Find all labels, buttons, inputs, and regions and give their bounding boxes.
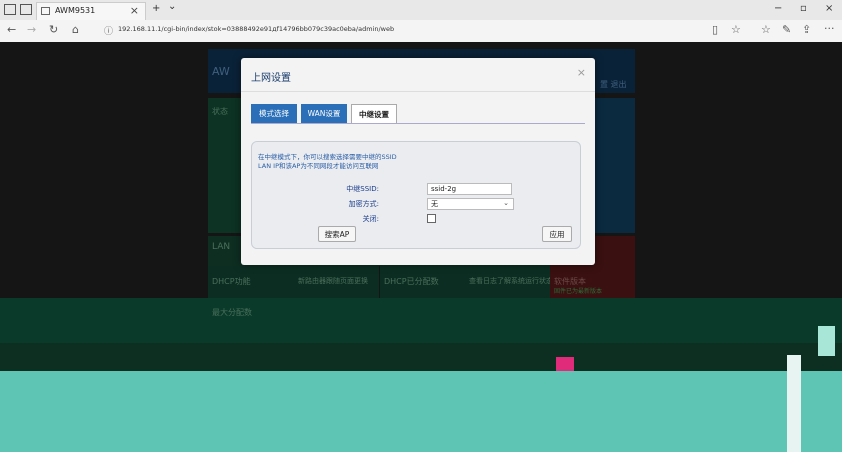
refresh-button[interactable]: ↻ xyxy=(49,23,58,36)
address-bar-row: ← → ↻ ⌂ ⓘ 192.168.11.1/cgi-bin/index/sto… xyxy=(0,20,842,43)
dialog-title: 上网设置 xyxy=(251,73,291,84)
dialog-divider xyxy=(241,91,595,92)
web-note-icon[interactable]: ✎ xyxy=(782,23,791,36)
network-settings-dialog: 上网设置 × 模式选择 WAN设置 中继设置 在中继模式下，你可以搜索选择需要中… xyxy=(241,58,595,265)
repeater-settings-panel: 在中继模式下，你可以搜索选择需要中继的SSID LAN IP和该AP为不同网段才… xyxy=(251,141,581,249)
tab-repeater-settings[interactable]: 中继设置 xyxy=(351,104,397,123)
ssid-input[interactable]: ssid-2g xyxy=(427,183,512,195)
right-panel xyxy=(595,98,635,233)
info-line-2: LAN IP和该AP为不同网段才能访问互联网 xyxy=(258,162,379,170)
close-option-label: 关闭: xyxy=(362,215,379,223)
share-icon[interactable]: ⇪ xyxy=(802,23,811,36)
favorite-star-icon[interactable]: ☆ xyxy=(731,23,741,36)
favorites-hub-icon[interactable]: ☆ xyxy=(761,23,771,36)
forward-button[interactable]: → xyxy=(27,23,36,36)
tab-actions-icon[interactable] xyxy=(4,4,16,15)
search-ap-button[interactable]: 搜索AP xyxy=(318,226,356,242)
glitch-teal-area xyxy=(0,371,842,452)
tabs-aside-icon[interactable] xyxy=(20,4,32,15)
ssid-label: 中继SSID: xyxy=(346,185,379,193)
reading-view-icon[interactable]: ▯ xyxy=(712,23,718,36)
max-allocation-label: 最大分配数 xyxy=(212,308,252,317)
log-label: 查看日志了解系统运行状态 xyxy=(469,277,553,285)
router-cell-label: 新路由器跟随页面更换 xyxy=(298,277,368,285)
glitch-light-block xyxy=(818,326,835,356)
more-menu-icon[interactable]: ··· xyxy=(824,22,835,35)
tab-close-icon[interactable]: × xyxy=(130,4,139,17)
close-checkbox[interactable] xyxy=(427,214,436,223)
chevron-down-icon: ⌄ xyxy=(503,199,509,207)
dhcp-allocated-cell: DHCP已分配数 xyxy=(380,266,465,300)
glitch-band: 最大分配数 xyxy=(0,298,842,343)
glitch-band-2 xyxy=(0,343,842,371)
tab-mode-select[interactable]: 模式选择 xyxy=(251,104,297,123)
encryption-select[interactable]: 无 ⌄ xyxy=(427,198,514,210)
back-button[interactable]: ← xyxy=(7,23,16,36)
router-cell: 新路由器跟随页面更换 xyxy=(294,266,379,300)
tab-list-chevron-icon[interactable]: ⌄ xyxy=(168,1,176,12)
tab-underline xyxy=(251,123,585,124)
tab-wan-settings[interactable]: WAN设置 xyxy=(301,104,347,123)
dhcp-allocated-label: DHCP已分配数 xyxy=(384,277,439,286)
browser-tab[interactable]: AWM9531 × xyxy=(36,2,146,20)
firmware-status: 固件已为最新版本 xyxy=(554,288,603,295)
url-text[interactable]: 192.168.11.1/cgi-bin/index/stok=03888492… xyxy=(118,25,394,33)
page-icon xyxy=(41,7,50,15)
new-tab-button[interactable]: + xyxy=(152,3,160,14)
glitch-light-bar xyxy=(787,355,801,452)
site-info-icon[interactable]: ⓘ xyxy=(104,24,113,37)
close-icon[interactable]: × xyxy=(577,66,586,79)
log-cell: 查看日志了解系统运行状态 xyxy=(465,266,553,300)
tab-title: AWM9531 xyxy=(55,6,96,15)
maximize-button[interactable]: ▫ xyxy=(800,3,807,14)
encryption-label: 加密方式: xyxy=(348,200,379,208)
glitch-magenta xyxy=(556,357,574,371)
dhcp-cell: DHCP功能 xyxy=(208,266,294,300)
status-label: 状态 xyxy=(212,107,228,116)
dhcp-label: DHCP功能 xyxy=(212,277,251,286)
status-panel: 状态 xyxy=(208,98,241,233)
url-field[interactable]: ⓘ 192.168.11.1/cgi-bin/index/stok=038884… xyxy=(100,23,710,38)
window-close-button[interactable]: × xyxy=(825,3,833,14)
encryption-value: 无 xyxy=(431,200,438,208)
logout-link[interactable]: 置 退出 xyxy=(600,79,627,90)
home-button[interactable]: ⌂ xyxy=(72,23,79,36)
router-brand: AW xyxy=(212,65,230,78)
minimize-button[interactable]: − xyxy=(774,3,782,14)
browser-tab-bar: AWM9531 × + ⌄ − ▫ × xyxy=(0,0,842,20)
lan-label: LAN xyxy=(212,242,231,252)
apply-button[interactable]: 应用 xyxy=(542,226,572,242)
